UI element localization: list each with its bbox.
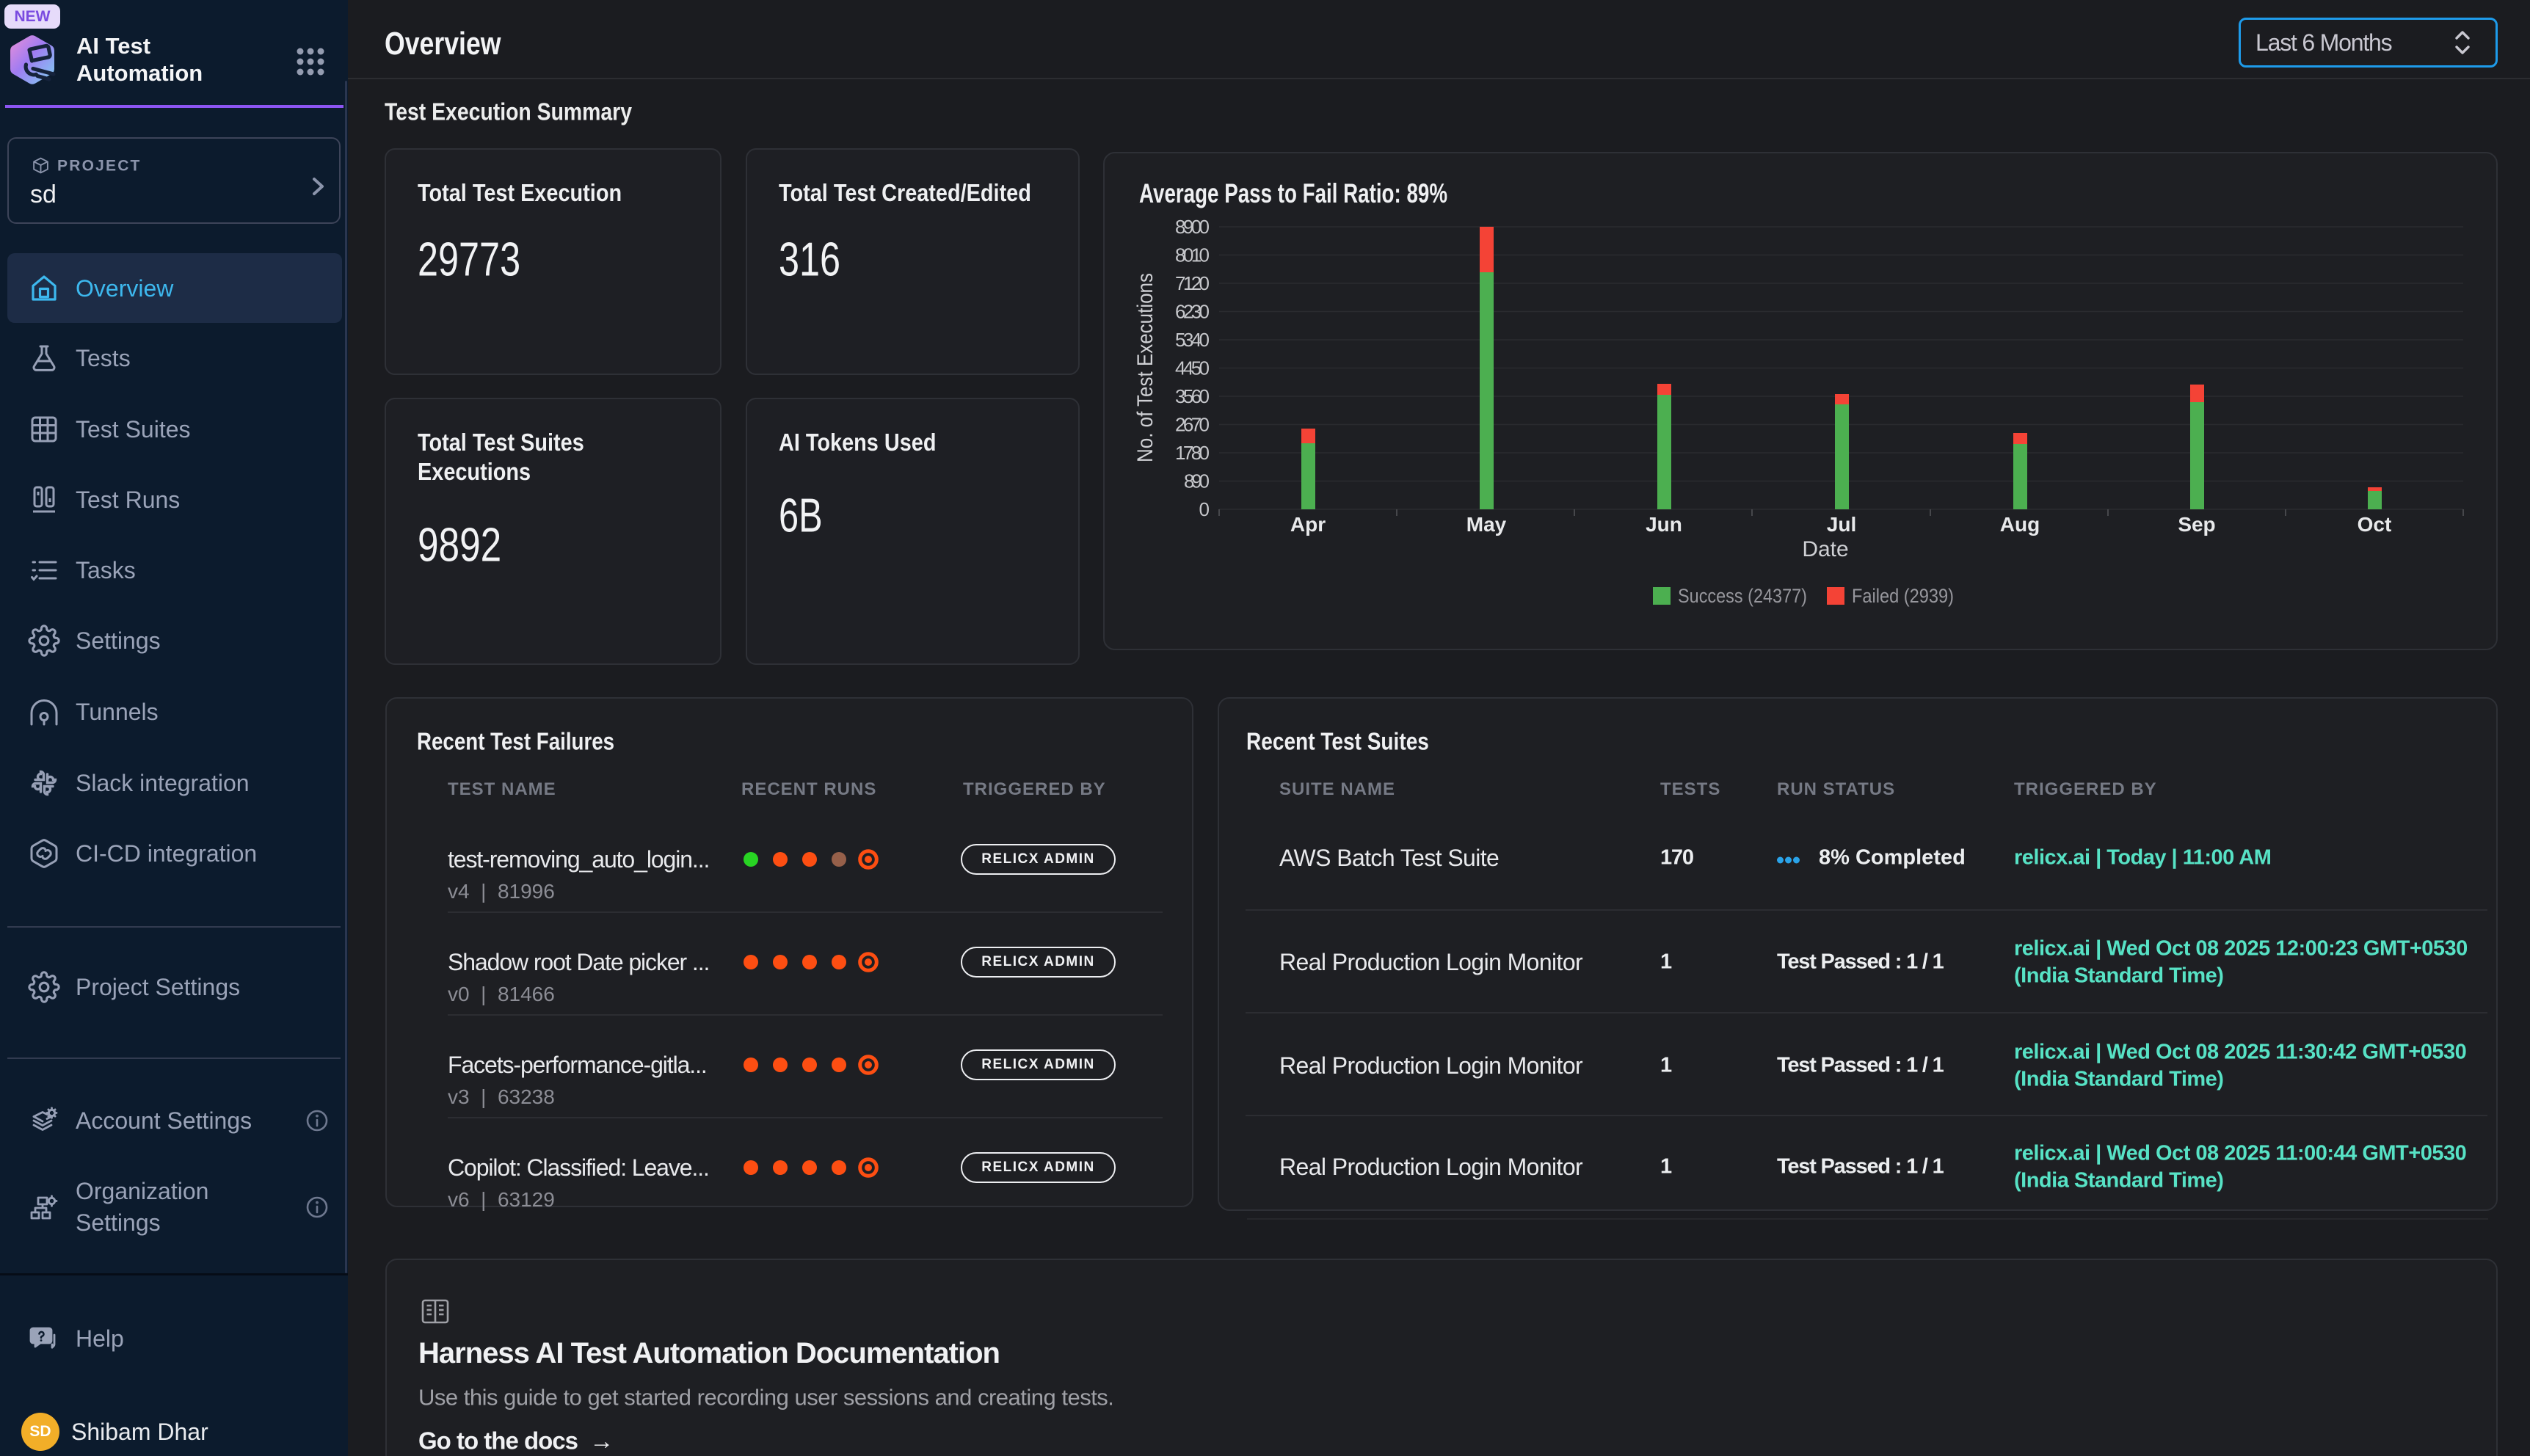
svg-text:Failed (2939): Failed (2939): [1852, 585, 1954, 607]
svg-text:Aug: Aug: [2000, 513, 2040, 536]
svg-text:No. of Test Executions: No. of Test Executions: [1133, 273, 1157, 462]
svg-text:6230: 6230: [1175, 301, 1210, 323]
svg-text:890: 890: [1184, 470, 1210, 492]
svg-text:0: 0: [1199, 498, 1210, 520]
svg-text:7120: 7120: [1175, 272, 1210, 294]
svg-text:4450: 4450: [1175, 357, 1210, 379]
svg-text:8010: 8010: [1175, 244, 1210, 266]
svg-text:Oct: Oct: [2358, 513, 2392, 536]
svg-text:Success (24377): Success (24377): [1678, 585, 1807, 607]
svg-text:Date: Date: [1802, 537, 1848, 561]
svg-text:2670: 2670: [1175, 414, 1210, 436]
svg-text:3560: 3560: [1175, 385, 1210, 407]
svg-text:Jun: Jun: [1646, 513, 1682, 536]
svg-text:1780: 1780: [1175, 442, 1210, 464]
svg-text:Sep: Sep: [2178, 513, 2215, 536]
svg-text:Average Pass to Fail Ratio: 89: Average Pass to Fail Ratio: 89%: [1139, 178, 1447, 208]
svg-text:Apr: Apr: [1290, 513, 1326, 536]
svg-text:Jul: Jul: [1827, 513, 1856, 536]
svg-text:8900: 8900: [1175, 216, 1210, 238]
svg-text:May: May: [1466, 513, 1507, 536]
svg-text:5340: 5340: [1175, 329, 1210, 351]
